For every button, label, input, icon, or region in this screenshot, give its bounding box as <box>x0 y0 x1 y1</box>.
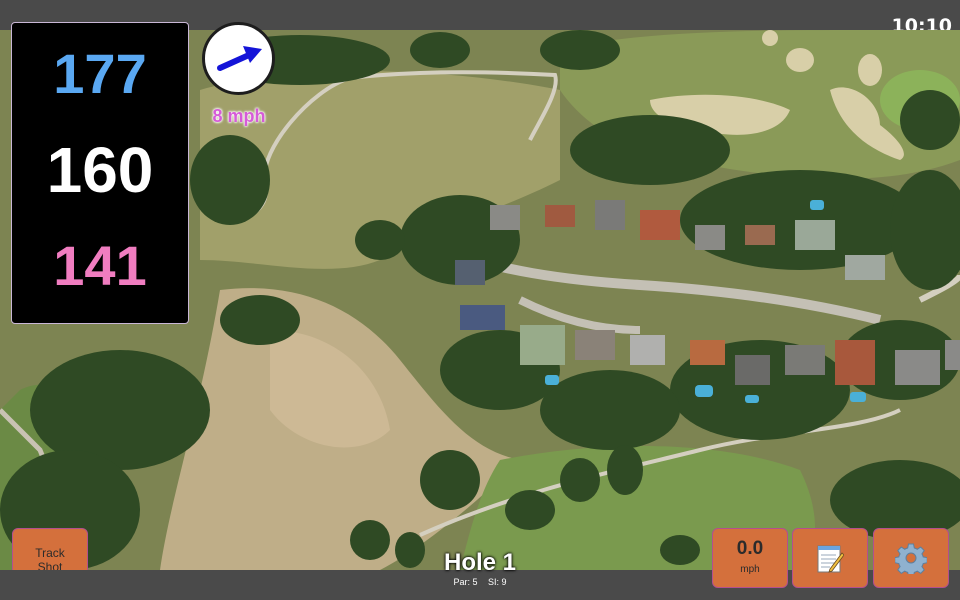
distance-panel: 177 160 141 <box>11 22 189 324</box>
hole-title: Hole 1 <box>443 549 517 576</box>
notes-button[interactable] <box>792 528 868 588</box>
speed-button[interactable]: 0.0 mph <box>712 528 788 588</box>
settings-button[interactable] <box>873 528 949 588</box>
distance-front: 141 <box>53 234 147 297</box>
distance-middle: 160 <box>46 134 154 206</box>
hole-stroke-index: SI: 9 <box>488 577 507 587</box>
wind-direction-indicator <box>202 22 275 95</box>
hole-par: Par: 5 <box>453 577 478 587</box>
wind-speed-label: 8 mph <box>212 106 266 126</box>
speed-unit: mph <box>740 564 760 575</box>
wind-arrow-icon <box>217 46 262 71</box>
track-shot-label-line1: Track <box>35 546 65 560</box>
notepad-icon <box>817 545 844 573</box>
hole-info: Par: 5 SI: 9 <box>380 577 580 587</box>
gear-icon <box>895 543 927 574</box>
speed-value: 0.0 <box>736 538 764 559</box>
distance-back: 177 <box>53 42 147 105</box>
